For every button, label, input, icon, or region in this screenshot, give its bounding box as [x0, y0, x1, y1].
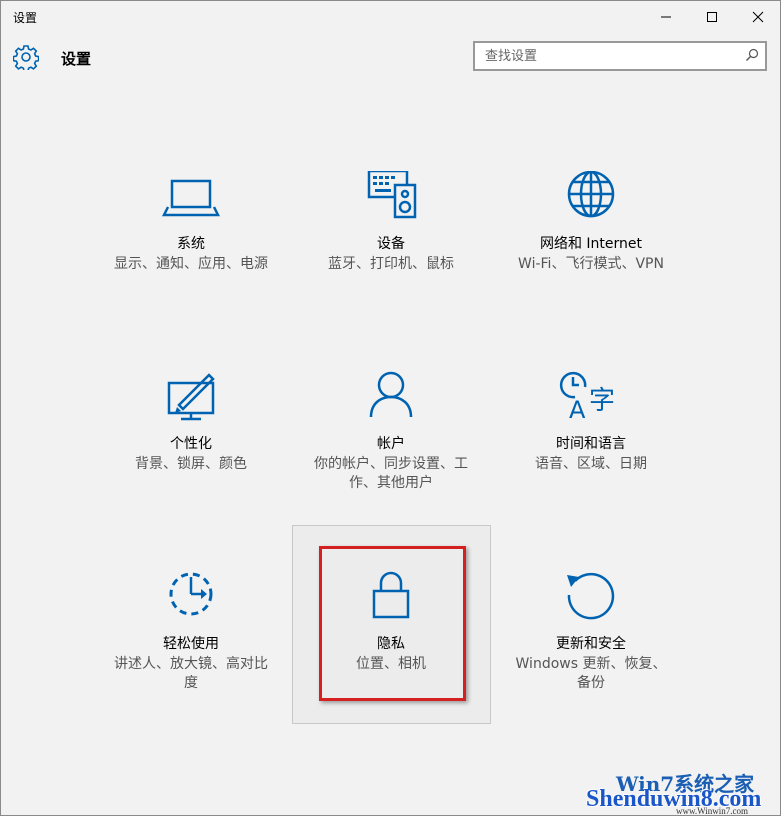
tile-system[interactable]: 系统 显示、通知、应用、电源: [91, 171, 291, 371]
tile-accounts[interactable]: 帐户 你的帐户、同步设置、工作、其他用户: [291, 371, 491, 571]
title-bar[interactable]: 设置: [1, 1, 780, 33]
update-icon: [567, 572, 615, 620]
tile-devices-name: 设备: [377, 236, 405, 252]
tile-update-security[interactable]: 更新和安全 Windows 更新、恢复、备份: [491, 571, 691, 771]
person-icon: [369, 371, 413, 418]
tile-ease-of-access-desc: 讲述人、放大镜、高对比度: [114, 656, 268, 691]
watermark: Win7系统之家 Shenduwin8.com www.Winwin7.com: [586, 768, 776, 816]
window-title: 设置: [13, 11, 38, 25]
gear-icon: [13, 45, 39, 70]
tile-accounts-desc: 你的帐户、同步设置、工作、其他用户: [314, 456, 468, 491]
maximize-button[interactable]: [689, 1, 735, 33]
minimize-icon: [661, 16, 671, 18]
tile-personalization[interactable]: 个性化 背景、锁屏、颜色: [91, 371, 291, 571]
tile-network-name: 网络和 Internet: [539, 236, 643, 252]
tile-update-security-desc: Windows 更新、恢复、备份: [515, 656, 667, 691]
settings-window: 设置 设置 系统 显示、通知、应: [0, 0, 781, 816]
tile-time-language-desc: 语音、区域、日期: [535, 456, 647, 472]
search-icon[interactable]: [745, 48, 759, 62]
close-button[interactable]: [735, 1, 781, 33]
tile-devices[interactable]: 设备 蓝牙、打印机、鼠标: [291, 171, 491, 371]
search-input[interactable]: [475, 43, 735, 69]
tile-personalization-desc: 背景、锁屏、颜色: [135, 456, 247, 472]
globe-icon: [567, 171, 615, 218]
personalization-icon: [167, 373, 215, 421]
page-title: 设置: [61, 50, 92, 68]
tile-network[interactable]: 网络和 Internet Wi-Fi、飞行模式、VPN: [491, 171, 691, 371]
tile-network-desc: Wi-Fi、飞行模式、VPN: [518, 256, 664, 272]
tile-system-desc: 显示、通知、应用、电源: [114, 256, 268, 272]
maximize-icon: [707, 12, 717, 22]
tile-ease-of-access[interactable]: 轻松使用 讲述人、放大镜、高对比度: [91, 571, 291, 771]
tile-update-security-name: 更新和安全: [556, 636, 626, 652]
tile-devices-desc: 蓝牙、打印机、鼠标: [328, 256, 454, 272]
tile-time-language-name: 时间和语言: [556, 436, 626, 452]
tile-system-name: 系统: [177, 236, 205, 252]
tile-accounts-name: 帐户: [377, 436, 405, 452]
svg-text:字: 字: [589, 386, 615, 416]
tile-time-language[interactable]: A 字 时间和语言 语音、区域、日期: [491, 371, 691, 571]
tile-ease-of-access-name: 轻松使用: [163, 636, 219, 652]
tile-personalization-name: 个性化: [170, 436, 212, 452]
svg-text:A: A: [569, 396, 586, 424]
time-language-icon: A 字: [559, 371, 615, 424]
search-box[interactable]: [473, 41, 767, 71]
close-icon: [752, 11, 764, 23]
ease-of-access-icon: [169, 572, 213, 616]
devices-icon: [367, 171, 417, 219]
watermark-sub: www.Winwin7.com: [676, 806, 749, 816]
laptop-icon: [161, 179, 221, 217]
minimize-button[interactable]: [643, 1, 689, 33]
highlight-frame: [319, 546, 466, 701]
